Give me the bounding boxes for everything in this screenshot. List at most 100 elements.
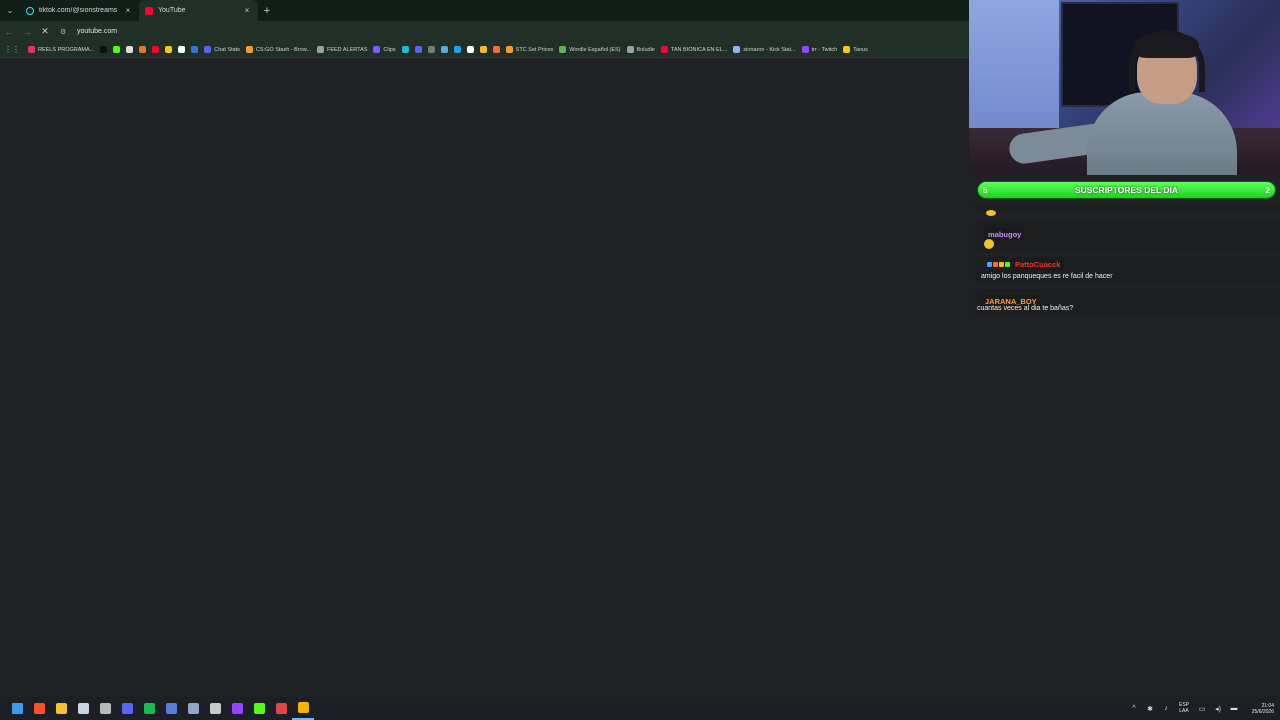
bookmark-icon xyxy=(126,46,134,53)
bookmark-item[interactable] xyxy=(178,46,186,53)
bookmark-item[interactable] xyxy=(139,46,147,53)
file-explorer-icon[interactable] xyxy=(50,697,72,720)
glyph xyxy=(253,703,265,714)
bookmark-item[interactable] xyxy=(466,46,474,53)
obs-icon[interactable] xyxy=(94,697,116,720)
bookmark-item[interactable]: Wordle Español (ES) xyxy=(559,46,621,53)
bookmark-item[interactable] xyxy=(492,46,500,53)
windows-start-icon[interactable] xyxy=(6,697,28,720)
tab-title: YouTube xyxy=(158,7,186,14)
bookmark-item[interactable]: TAN BIONICA EN EL... xyxy=(660,46,727,53)
bookmark-item[interactable]: FEED ALERTAS xyxy=(316,46,367,53)
bookmark-label: REELS PROGRAMA... xyxy=(38,46,95,53)
volume-icon[interactable]: ◂) xyxy=(1210,705,1226,713)
system-tray: ^ ✱ ♪ ESP LAA ▭ ◂) ▬ 21:04 25/6/2026 xyxy=(1126,697,1280,720)
emote-icon xyxy=(984,239,994,249)
forward-button[interactable]: → xyxy=(18,21,36,42)
streamer-webcam xyxy=(969,0,1280,175)
arrow-right-icon: → xyxy=(22,26,32,37)
bookmark-item[interactable] xyxy=(427,46,435,53)
glyph xyxy=(275,703,287,714)
chat-username: PattoCuacck xyxy=(987,258,1065,271)
bookmark-icon xyxy=(843,46,851,53)
bookmark-item[interactable]: Clips xyxy=(373,46,396,53)
arrow-left-icon: ← xyxy=(4,26,14,37)
spotify-icon[interactable] xyxy=(138,697,160,720)
bookmark-item[interactable]: Boludle xyxy=(626,46,655,53)
bookmark-label: Boludle xyxy=(636,46,655,53)
bookmark-item[interactable] xyxy=(453,46,461,53)
address-bar[interactable]: ⚙ youtube.com xyxy=(60,24,969,39)
bookmark-item[interactable]: STC Set Prices xyxy=(505,46,553,53)
bookmark-item[interactable] xyxy=(126,46,134,53)
bookmark-item[interactable]: REELS PROGRAMA... xyxy=(28,46,94,53)
network-icon[interactable]: ▭ xyxy=(1194,705,1210,713)
microphone-icon[interactable]: ♪ xyxy=(1158,705,1174,712)
bookmark-label: Chat Stats xyxy=(214,46,240,53)
bookmark-item[interactable] xyxy=(479,46,487,53)
bookmark-item[interactable]: sionaron - Kick Stat... xyxy=(733,46,796,53)
bookmark-item[interactable] xyxy=(401,46,409,53)
bookmark-icon xyxy=(453,46,461,53)
bookmark-icon xyxy=(373,46,381,53)
bookmark-item[interactable] xyxy=(113,46,121,53)
bookmark-icon xyxy=(559,46,567,53)
settings-icon[interactable] xyxy=(204,697,226,720)
bookmark-item[interactable]: Chat Stats xyxy=(204,46,240,53)
controller-icon[interactable] xyxy=(182,697,204,720)
glyph xyxy=(297,702,309,713)
webcam-hoodie xyxy=(1087,92,1237,175)
bookmark-icon xyxy=(245,46,253,53)
bookmark-item[interactable]: trr - Twitch xyxy=(801,46,838,53)
tab-youtube[interactable]: YouTube × xyxy=(139,0,258,21)
bookmark-label: sionaron - Kick Stat... xyxy=(743,46,796,53)
bookmark-item[interactable] xyxy=(414,46,422,53)
bookmark-icon xyxy=(139,46,147,53)
close-icon[interactable]: × xyxy=(123,6,133,15)
bookmark-icon xyxy=(440,46,448,53)
bookmark-icon xyxy=(414,46,422,53)
kick-icon[interactable] xyxy=(248,697,270,720)
glyph xyxy=(55,703,67,714)
site-info-icon[interactable]: ⚙ xyxy=(60,28,72,36)
brave-icon[interactable] xyxy=(28,697,50,720)
bookmark-item[interactable] xyxy=(440,46,448,53)
bookmark-item[interactable] xyxy=(165,46,173,53)
new-tab-button[interactable]: + xyxy=(258,5,276,17)
bookmark-icon xyxy=(204,46,212,53)
screen-icon[interactable] xyxy=(160,697,182,720)
bookmark-icon xyxy=(165,46,173,53)
chrome-icon[interactable] xyxy=(292,697,314,720)
battery-icon[interactable]: ▬ xyxy=(1226,705,1242,712)
bookmark-item[interactable] xyxy=(191,46,199,53)
show-hidden-icons-button[interactable]: ^ xyxy=(1126,705,1142,712)
tab-title: tiktok.com/@sionstreams xyxy=(39,7,118,14)
subs-right-count: 2 xyxy=(1265,185,1270,195)
bookmarks-bar: ⋮⋮ REELS PROGRAMA... Chat Stats CS:GO Stas… xyxy=(0,42,969,58)
bookmark-item[interactable] xyxy=(152,46,160,53)
stop-loading-button[interactable]: ✕ xyxy=(36,21,54,42)
bookmark-label: CS:GO Stash - Brow... xyxy=(255,46,311,53)
chat-emote xyxy=(984,236,994,254)
steam-icon[interactable] xyxy=(72,697,94,720)
bookmark-item[interactable] xyxy=(100,46,108,53)
taskbar-apps xyxy=(0,697,314,720)
tab-search-button[interactable]: ⌄ xyxy=(0,0,20,21)
streamlabs-icon[interactable] xyxy=(270,697,292,720)
clock[interactable]: 21:04 25/6/2026 xyxy=(1246,703,1274,715)
bluetooth-icon[interactable]: ✱ xyxy=(1142,705,1158,713)
bookmark-icon xyxy=(427,46,435,53)
language-indicator[interactable]: ESP LAA xyxy=(1174,702,1194,714)
discord-icon[interactable] xyxy=(116,697,138,720)
bookmark-label: Wordle Español (ES) xyxy=(569,46,621,53)
bookmark-item[interactable]: CS:GO Stash - Brow... xyxy=(245,46,311,53)
chat-message-text: cuantas veces al dia te bañas? xyxy=(977,305,1074,312)
chevron-down-icon: ⌄ xyxy=(6,6,14,15)
back-button[interactable]: ← xyxy=(0,21,18,42)
bookmark-item[interactable]: Tanus xyxy=(843,46,868,53)
apps-grid-icon[interactable]: ⋮⋮ xyxy=(4,45,20,54)
close-icon[interactable]: × xyxy=(242,6,252,15)
bookmark-label: trr - Twitch xyxy=(811,46,838,53)
twitch-icon[interactable] xyxy=(226,697,248,720)
tab-tiktok[interactable]: tiktok.com/@sionstreams × xyxy=(20,0,139,21)
